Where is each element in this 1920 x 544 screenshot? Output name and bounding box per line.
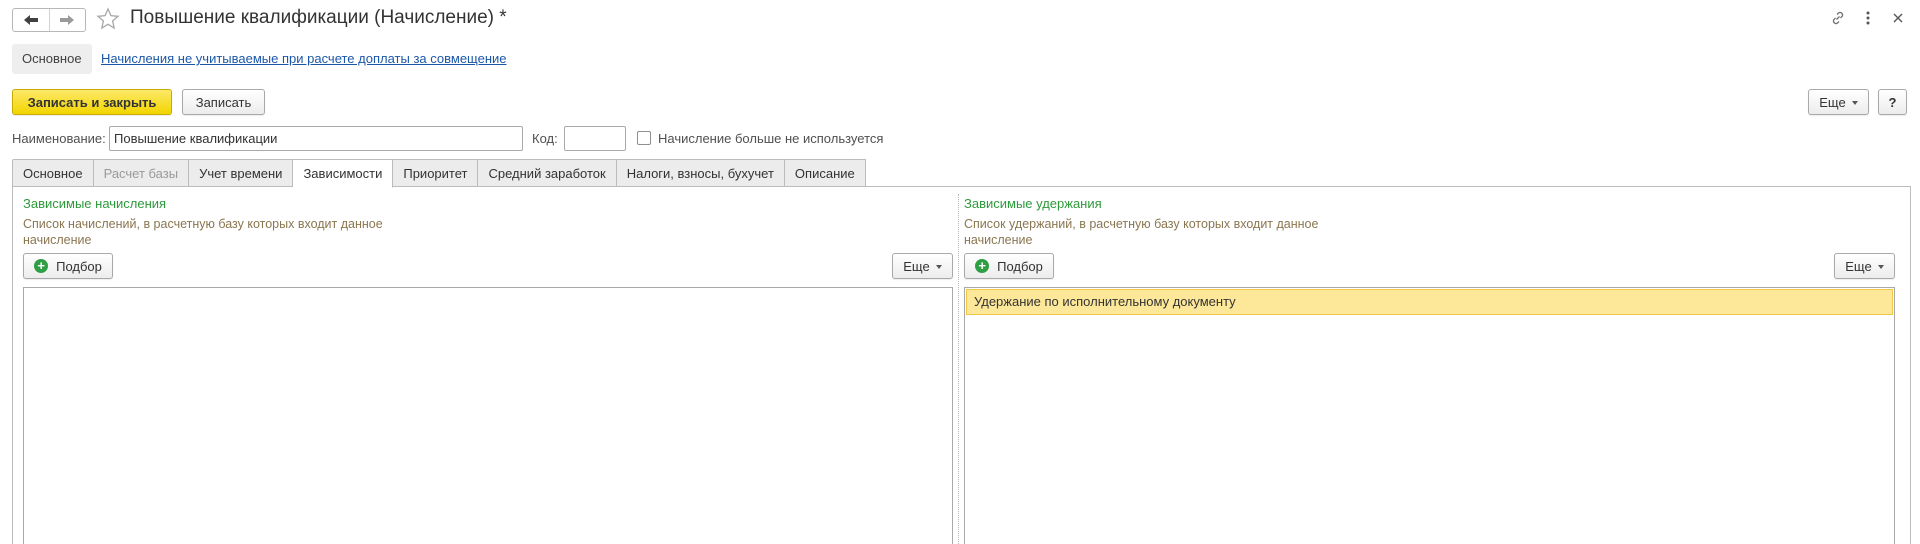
forward-button[interactable] <box>48 9 86 31</box>
name-field[interactable] <box>109 126 523 151</box>
tab-taxes[interactable]: Налоги, взносы, бухучет <box>616 159 785 187</box>
arrow-right-icon <box>59 14 75 26</box>
tab-average-earnings[interactable]: Средний заработок <box>478 159 617 187</box>
left-more-label: Еще <box>903 258 930 274</box>
arrow-left-icon <box>23 14 39 26</box>
column-divider <box>958 194 959 544</box>
window-title: Повышение квалификации (Начисление) * <box>130 7 507 28</box>
name-label: Наименование: <box>12 131 106 146</box>
more-button-label: Еще <box>1819 94 1846 110</box>
right-more-label: Еще <box>1845 258 1872 274</box>
tab-bar: Основное Расчет базы Учет времени Зависи… <box>12 159 866 188</box>
left-pick-button[interactable]: + Подбор <box>23 253 113 279</box>
code-field[interactable] <box>564 126 626 151</box>
dependent-deductions-hint: Список удержаний, в расчетную базу котор… <box>964 217 1319 247</box>
dependent-deductions-list[interactable]: Удержание по исполнительному документу <box>964 287 1895 544</box>
plus-icon: + <box>34 259 49 273</box>
help-button[interactable]: ? <box>1878 89 1907 115</box>
tab-description[interactable]: Описание <box>784 159 866 187</box>
star-icon[interactable] <box>96 7 120 34</box>
right-pick-label: Подбор <box>997 258 1043 274</box>
dependent-deductions-title: Зависимые удержания <box>964 196 1102 211</box>
header-icons <box>1830 8 1906 28</box>
section-main[interactable]: Основное <box>12 44 92 74</box>
tab-dependencies[interactable]: Зависимости <box>293 159 394 188</box>
dependent-accruals-title: Зависимые начисления <box>23 196 167 211</box>
left-pick-label: Подбор <box>56 258 102 274</box>
tab-time-tracking[interactable]: Учет времени <box>189 159 294 187</box>
more-vertical-icon[interactable] <box>1860 8 1876 28</box>
chevron-down-icon <box>1851 101 1858 105</box>
right-pick-button[interactable]: + Подбор <box>964 253 1054 279</box>
not-used-checkbox[interactable] <box>637 131 651 145</box>
dependent-accruals-list[interactable] <box>23 287 953 544</box>
navigation-group <box>12 8 86 32</box>
tab-base-calculation[interactable]: Расчет базы <box>93 159 190 187</box>
tab-priority[interactable]: Приоритет <box>393 159 479 187</box>
code-label: Код: <box>532 131 558 146</box>
more-button[interactable]: Еще <box>1808 89 1869 115</box>
dependent-accruals-hint: Список начислений, в расчетную базу кото… <box>23 217 383 247</box>
chevron-down-icon <box>1877 265 1884 269</box>
back-button[interactable] <box>13 9 49 31</box>
tab-main[interactable]: Основное <box>12 159 94 187</box>
not-used-label: Начисление больше не используется <box>658 131 884 146</box>
left-more-button[interactable]: Еще <box>892 253 953 279</box>
save-button[interactable]: Записать <box>182 89 265 115</box>
plus-icon: + <box>975 259 990 273</box>
link-icon[interactable] <box>1830 8 1846 28</box>
right-more-button[interactable]: Еще <box>1834 253 1895 279</box>
close-icon[interactable] <box>1890 8 1906 28</box>
save-and-close-button[interactable]: Записать и закрыть <box>12 89 172 115</box>
list-item[interactable]: Удержание по исполнительному документу <box>966 289 1893 315</box>
chevron-down-icon <box>935 265 942 269</box>
section-link-accruals[interactable]: Начисления не учитываемые при расчете до… <box>101 51 507 66</box>
